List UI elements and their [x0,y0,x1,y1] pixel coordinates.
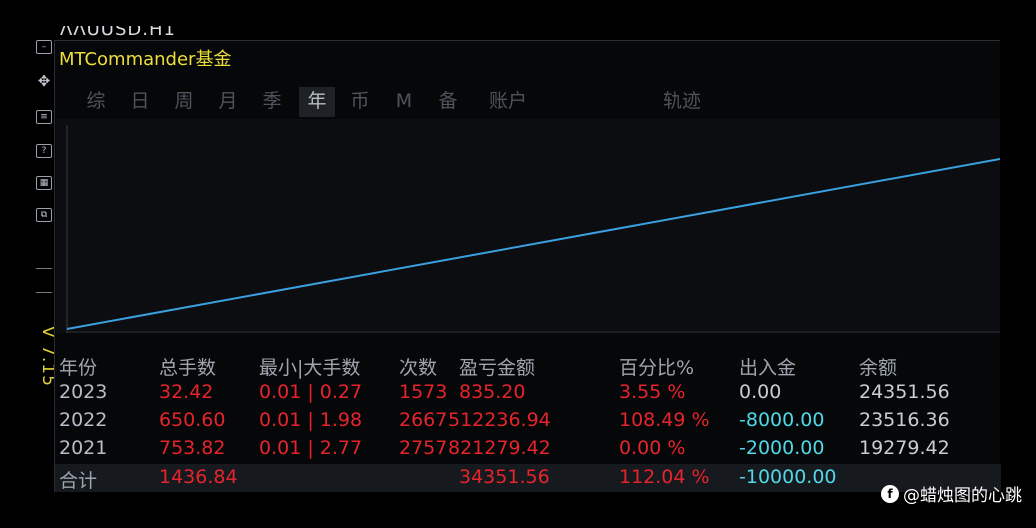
row-lots: 650.60 [159,409,226,431]
row-percent: 3.55 % [619,381,686,403]
row-percent: 0.00 % [619,437,686,459]
tab-account[interactable]: 账户 [483,87,533,117]
header-min-max: 最小|大手数 [259,357,361,379]
row-balance: 23516.36 [859,409,950,431]
row-deposit: -8000.00 [739,409,825,431]
row-lots: 32.42 [159,381,214,403]
tab-notes[interactable]: 备 [433,87,463,117]
help-icon[interactable]: ? [36,144,52,158]
row-count: 2757 [399,437,448,459]
row-deposit: -2000.00 [739,437,825,459]
social-logo-icon: f [881,484,899,503]
move-icon[interactable]: ✥ [36,74,52,89]
total-deposit: -10000.00 [739,466,837,488]
watermark-text: @蜡烛图的心跳 [903,486,1022,506]
row-year: 2022 [59,409,108,431]
equity-chart [56,119,1000,333]
row-count: 2667 [399,409,448,431]
header-pnl: 盈亏金额 [459,357,536,379]
total-pnl: 34351.56 [459,466,550,488]
header-percent: 百分比% [619,357,695,379]
watermark: f @蜡烛图的心跳 [881,481,1022,506]
tab-week[interactable]: 周 [169,87,199,117]
tab-bar: 综 日 周 月 季 年 币 M 备 账户 轨迹 [55,87,1001,117]
row-year: 2023 [59,381,108,403]
header-balance: 余额 [859,357,898,379]
row-min-max: 0.01 | 1.98 [259,409,363,431]
row-balance: 19279.42 [859,437,950,459]
header-count: 次数 [399,357,438,379]
tab-quarter[interactable]: 季 [257,87,287,117]
grid-icon[interactable]: ▦ [36,176,52,190]
total-label: 合计 [59,470,98,492]
row-pnl: 512236.94 [448,409,551,431]
row-balance: 24351.56 [859,381,950,403]
row-min-max: 0.01 | 0.27 [259,381,363,403]
tab-currency[interactable]: 币 [345,87,375,117]
fund-panel: MTCommander基金 综 日 周 月 季 年 币 M 备 账户 轨迹 年份… [54,40,1001,492]
window-title-cut: ΛΛUUSD.H1 [60,26,176,36]
chart-svg [66,125,1000,333]
header-lots: 总手数 [159,357,217,379]
row-percent: 108.49 % [619,409,710,431]
equity-line [66,158,1000,330]
header-year: 年份 [59,357,98,379]
row-deposit: 0.00 [739,381,782,403]
row-year: 2021 [59,437,108,459]
tab-day[interactable]: 日 [125,87,155,117]
header-deposit: 出入金 [739,357,797,379]
row-count: 1573 [399,381,448,403]
tab-m[interactable]: M [389,87,419,117]
tab-month[interactable]: 月 [213,87,243,117]
list-icon[interactable]: ≡ [36,110,52,124]
total-percent: 112.04 % [619,466,710,488]
tab-year[interactable]: 年 [299,87,335,117]
tab-summary[interactable]: 综 [81,87,111,117]
tab-trajectory[interactable]: 轨迹 [657,87,707,117]
divider [36,292,52,293]
row-pnl: 821279.42 [448,437,551,459]
row-lots: 753.82 [159,437,226,459]
row-pnl: 835.20 [459,381,526,403]
minimize-icon[interactable]: – [36,40,52,54]
panel-title: MTCommander基金 [59,49,232,70]
window-icon[interactable]: ⧉ [36,208,52,222]
divider [36,268,52,269]
total-lots: 1436.84 [159,466,238,488]
row-min-max: 0.01 | 2.77 [259,437,363,459]
